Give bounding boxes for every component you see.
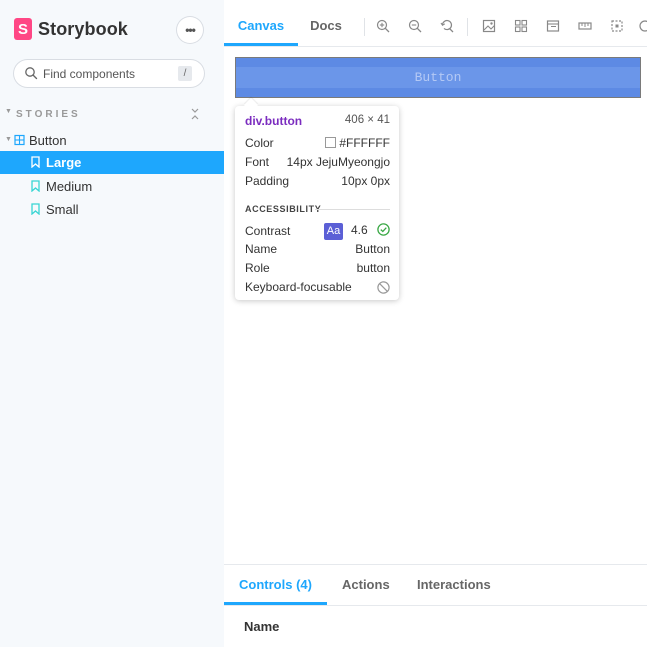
search-icon — [25, 67, 38, 80]
contrast-row: Contrast Aa 4.6 — [245, 223, 390, 241]
preview-button-label: Button — [414, 70, 462, 85]
element-selector: div.button — [245, 114, 302, 128]
tree-item-label: Medium — [46, 179, 93, 194]
grid-icon[interactable] — [514, 19, 528, 33]
not-allowed-icon — [377, 281, 390, 294]
color-label: Color — [245, 136, 274, 150]
addons-panel: Controls (4) Actions Interactions Name — [224, 564, 647, 648]
name-value: Button — [355, 242, 390, 256]
tree-item-label: Small — [46, 202, 79, 217]
tab-docs[interactable]: Docs — [300, 6, 352, 46]
toolbar: Canvas Docs — [224, 6, 647, 47]
brand-name: Storybook — [38, 18, 128, 39]
tooltip-header: div.button 406 × 41 — [245, 114, 390, 130]
addon-tabs: Controls (4) Actions Interactions — [224, 565, 647, 606]
font-row: Font 14px JejuMyeongjo — [245, 155, 390, 171]
tab-actions[interactable]: Actions — [342, 565, 390, 605]
toolbar-divider — [364, 18, 365, 36]
controls-table-header: Name — [224, 606, 647, 648]
stories-section-label: STORIES — [16, 109, 81, 120]
contrast-label: Contrast — [245, 224, 291, 238]
main-panel: Canvas Docs Button div.button 406 × 41 C… — [224, 0, 647, 648]
viewport-icon[interactable] — [546, 19, 560, 33]
tab-canvas[interactable]: Canvas — [224, 6, 298, 46]
more-icon[interactable] — [638, 19, 647, 33]
element-class: .button — [261, 114, 303, 128]
preview-button[interactable]: Button — [235, 57, 641, 98]
zoom-reset-icon[interactable] — [440, 19, 454, 33]
tab-controls[interactable]: Controls (4) — [224, 565, 327, 605]
keyboard-row: Keyboard-focusable — [245, 280, 390, 296]
padding-row: Padding 10px 0px — [245, 174, 390, 190]
sidebar: S Storybook ••• Find components / ▼ STOR… — [0, 0, 224, 647]
role-row: Role button — [245, 261, 390, 277]
bookmark-icon — [31, 156, 40, 168]
tree-item-small[interactable]: Small — [0, 198, 224, 221]
column-header-name: Name — [244, 619, 280, 634]
font-label: Font — [245, 155, 270, 169]
name-label: Name — [245, 242, 278, 256]
outline-icon[interactable] — [610, 19, 624, 33]
role-label: Role — [245, 261, 270, 275]
tree-item-large[interactable]: Large — [0, 151, 224, 174]
bookmark-icon — [31, 203, 40, 215]
font-value: 14px JejuMyeongjo — [286, 155, 390, 169]
padding-value: 10px 0px — [341, 174, 390, 188]
component-icon — [14, 134, 25, 146]
brand[interactable]: S Storybook — [14, 18, 128, 40]
tab-interactions[interactable]: Interactions — [417, 565, 491, 605]
role-value: button — [356, 261, 390, 275]
zoom-in-icon[interactable] — [376, 19, 390, 33]
storybook-logo-icon: S — [14, 18, 32, 40]
collapse-all-icon[interactable] — [189, 107, 201, 121]
keyboard-label: Keyboard-focusable — [245, 280, 352, 294]
tree-item-label: Large — [46, 155, 82, 170]
accessibility-title: ACCESSIBILITY — [245, 204, 322, 214]
toolbar-divider — [467, 18, 468, 36]
name-row: Name Button — [245, 242, 390, 258]
search-shortcut: / — [178, 66, 192, 81]
inspector-tooltip: div.button 406 × 41 Color #FFFFFF Font 1… — [235, 106, 399, 300]
section-divider — [315, 209, 390, 210]
color-swatch — [325, 137, 337, 148]
contrast-badge: Aa — [323, 223, 343, 240]
caret-down-icon: ▼ — [5, 108, 12, 115]
menu-button[interactable]: ••• — [177, 17, 203, 43]
measure-icon[interactable] — [578, 19, 592, 33]
tree-item-button[interactable]: ▼ Button — [0, 129, 224, 152]
search-input[interactable]: Find components / — [14, 60, 204, 87]
color-value-text: #FFFFFF — [339, 136, 390, 150]
element-tag: div — [245, 114, 262, 128]
tree-item-medium[interactable]: Medium — [0, 175, 224, 198]
contrast-value: Aa 4.6 — [323, 223, 390, 240]
zoom-out-icon[interactable] — [408, 19, 422, 33]
element-dimensions: 406 × 41 — [344, 114, 390, 126]
check-circle-icon — [377, 223, 390, 236]
tree-item-label: Button — [29, 133, 67, 148]
background-icon[interactable] — [482, 19, 496, 33]
stories-section-header[interactable]: ▼ STORIES — [0, 107, 224, 123]
padding-label: Padding — [245, 174, 290, 188]
caret-down-icon: ▼ — [5, 136, 12, 143]
contrast-ratio: 4.6 — [350, 223, 368, 237]
bookmark-icon — [31, 180, 40, 192]
color-value: #FFFFFF — [325, 136, 390, 150]
search-placeholder: Find components — [43, 67, 136, 81]
color-row: Color #FFFFFF — [245, 136, 390, 152]
